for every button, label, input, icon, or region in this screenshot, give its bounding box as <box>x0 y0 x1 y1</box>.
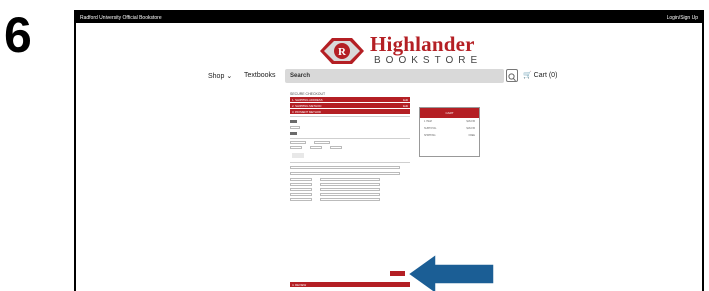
top-bar: Radford University Official Bookstore Lo… <box>76 12 702 23</box>
section-shipping-method[interactable]: 2. SHIPPING METHOD Edit <box>290 103 410 108</box>
cart-subtotal-row: SUBTOTAL $163.95 <box>424 127 475 130</box>
section-payment-method[interactable]: 3. PAYMENT METHOD <box>290 109 410 114</box>
search-button[interactable] <box>506 69 518 82</box>
shop-menu[interactable]: Shop ⌄ <box>208 72 232 80</box>
address-label-field[interactable] <box>290 183 312 186</box>
chevron-down-icon: ⌄ <box>226 73 233 80</box>
billing-select-2[interactable] <box>290 172 400 175</box>
divider <box>290 162 410 163</box>
address-field[interactable] <box>320 178 380 181</box>
address-label-field[interactable] <box>290 193 312 196</box>
step-number: 6 <box>4 7 32 63</box>
checkout-form: SECURE CHECKOUT 1. SHIPPING ADDRESS Edit … <box>290 92 410 291</box>
address-row <box>290 198 410 201</box>
address-field[interactable] <box>320 198 380 201</box>
bookstore-logo[interactable]: R Highlander BOOKSTORE <box>318 32 488 70</box>
apply-button-2[interactable] <box>290 132 297 135</box>
address-label-field[interactable] <box>290 198 312 201</box>
cart-shipping-row: SHIPPING FREE <box>424 134 475 137</box>
shop-label: Shop <box>208 73 225 80</box>
cart-link[interactable]: 🛒 Cart (0) <box>523 71 557 79</box>
cart-label: Cart (0) <box>533 72 558 79</box>
address-label-field[interactable] <box>290 178 312 181</box>
cart-summary: CART 1 ITEM $163.95 SUBTOTAL $163.95 SHIPP… <box>419 107 480 157</box>
search-input[interactable]: Search <box>285 69 504 83</box>
logo-brand: Highlander <box>370 32 475 56</box>
checkout-title: SECURE CHECKOUT <box>290 92 326 96</box>
continue-button[interactable] <box>390 271 405 276</box>
search-icon <box>508 73 516 82</box>
card-fields <box>290 141 410 144</box>
seal-letter: R <box>338 46 347 58</box>
section-shipping-address[interactable]: 1. SHIPPING ADDRESS Edit <box>290 97 410 102</box>
paypal-button[interactable] <box>292 153 304 158</box>
billing-select[interactable] <box>290 166 400 169</box>
card-number-field[interactable] <box>314 141 330 144</box>
browser-frame: Radford University Official Bookstore Lo… <box>74 10 704 291</box>
address-row <box>290 178 410 181</box>
section-review[interactable]: 4. REVIEW <box>290 282 410 287</box>
main-nav: Shop ⌄ Textbooks Search 🛒 Cart (0) <box>76 69 702 85</box>
address-field[interactable] <box>320 183 380 186</box>
address-row <box>290 188 410 191</box>
cart-title: CART <box>420 108 479 118</box>
card-fields-2 <box>290 146 410 149</box>
login-link[interactable]: Login/Sign Up <box>667 15 698 21</box>
divider <box>290 138 410 139</box>
zip-field[interactable] <box>330 146 342 149</box>
card-name-field[interactable] <box>290 141 306 144</box>
logo-sub: BOOKSTORE <box>374 55 483 66</box>
site-name[interactable]: Radford University Official Bookstore <box>80 15 162 21</box>
apply-button[interactable] <box>290 120 297 123</box>
address-row <box>290 183 410 186</box>
cart-icon: 🛒 <box>523 72 532 79</box>
cvv-field[interactable] <box>310 146 322 149</box>
address-row <box>290 193 410 196</box>
expiry-field[interactable] <box>290 146 302 149</box>
arrow-left-icon <box>406 252 495 291</box>
address-field[interactable] <box>320 193 380 196</box>
address-field[interactable] <box>320 188 380 191</box>
textbooks-link[interactable]: Textbooks <box>244 72 276 79</box>
address-label-field[interactable] <box>290 188 312 191</box>
divider <box>290 116 410 117</box>
cart-item-row: 1 ITEM $163.95 <box>424 120 475 123</box>
page: 6 Radford University Official Bookstore … <box>0 0 709 291</box>
promo-field[interactable] <box>290 126 300 129</box>
seal-icon: R <box>320 38 364 64</box>
